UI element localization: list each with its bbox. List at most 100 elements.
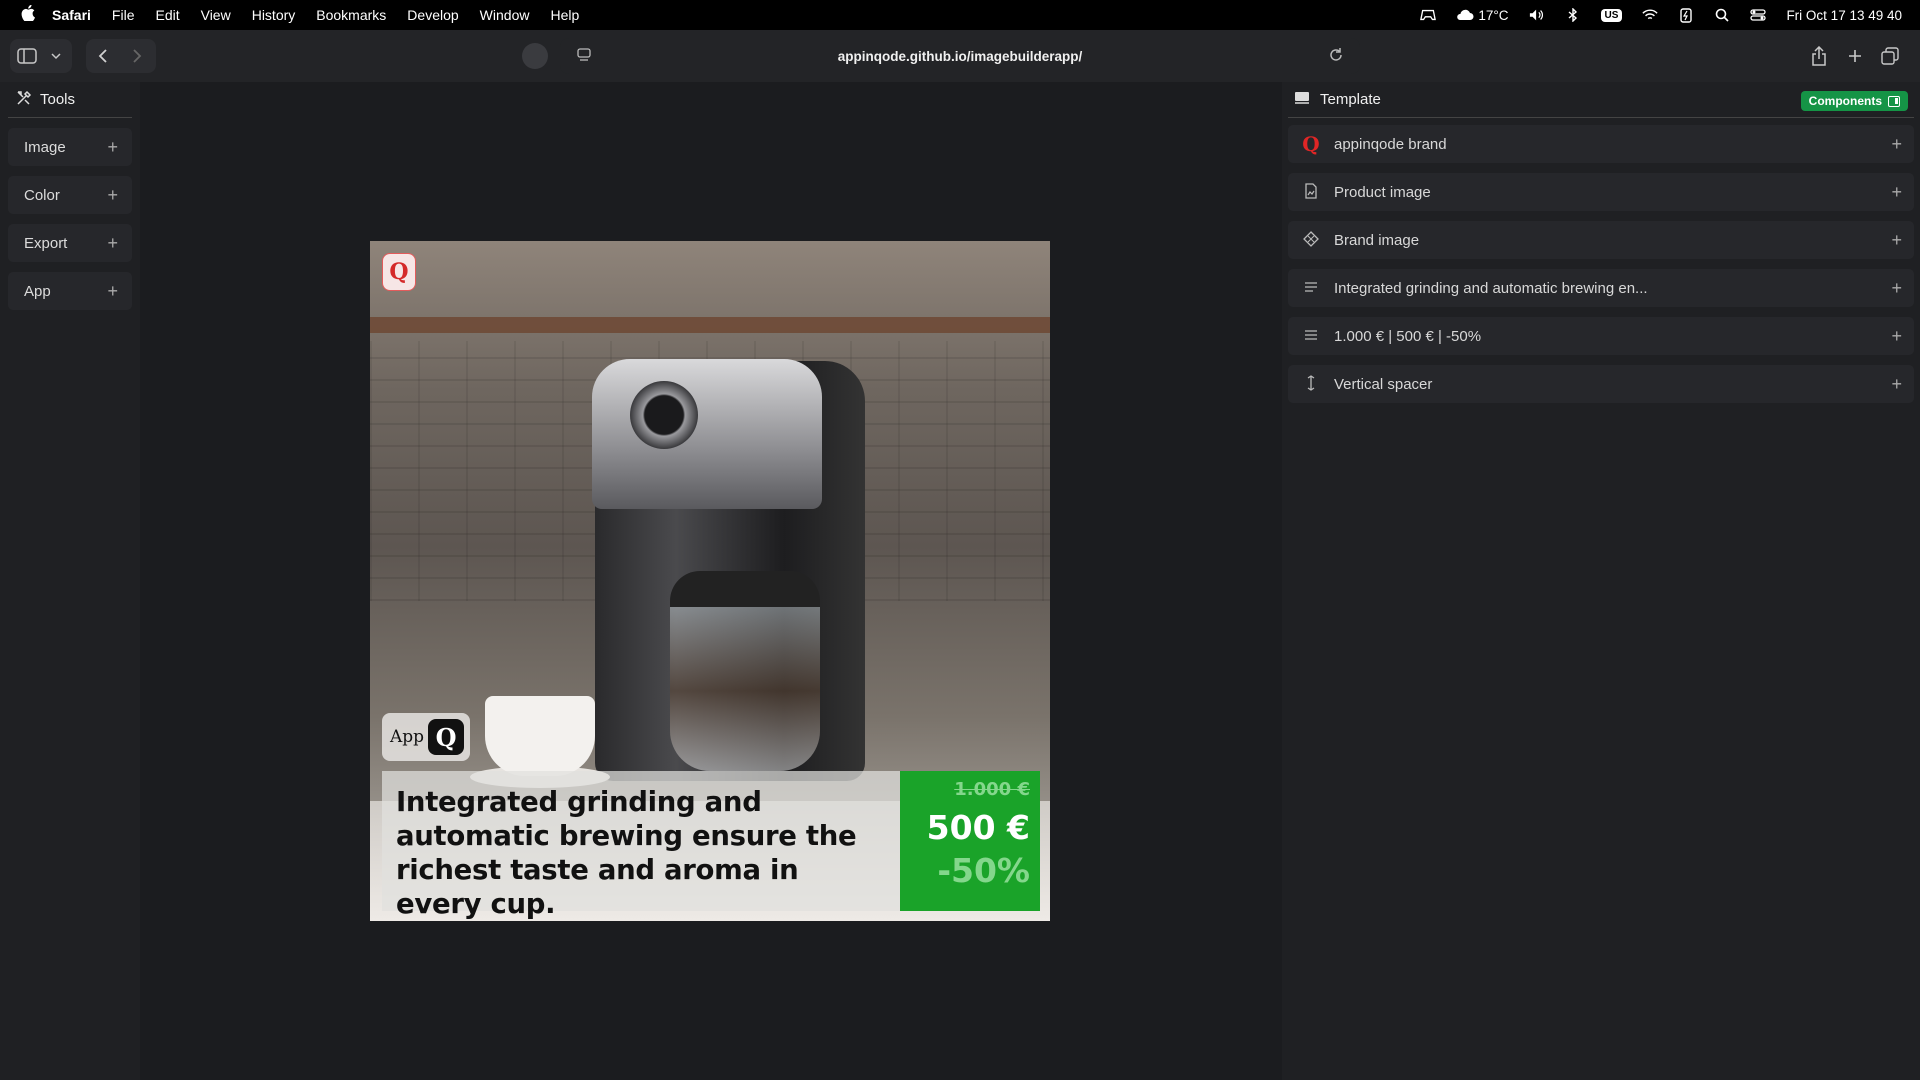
battery-charging-icon[interactable] <box>1678 8 1694 23</box>
coffee-machine-dial <box>630 381 698 449</box>
menu-bar: Safari File Edit View History Bookmarks … <box>0 0 1920 30</box>
control-center-icon[interactable] <box>1750 8 1767 22</box>
plus-icon[interactable]: + <box>107 185 118 206</box>
reload-icon[interactable] <box>1328 47 1344 66</box>
menu-app-name[interactable]: Safari <box>52 7 91 23</box>
browser-toolbar: appinqode.github.io/imagebuilderapp/ <box>0 30 1920 82</box>
menu-file[interactable]: File <box>112 7 135 23</box>
forward-arrow-icon[interactable] <box>120 39 154 73</box>
plus-icon[interactable]: + <box>1891 326 1902 347</box>
template-row-brand-image[interactable]: Brand image + <box>1288 221 1914 259</box>
panel-toggle-icon <box>1888 95 1900 107</box>
app-badge[interactable]: App Q <box>382 713 471 761</box>
new-tab-plus-icon[interactable] <box>1838 39 1872 73</box>
template-row-price[interactable]: 1.000 € | 500 € | -50% + <box>1288 317 1914 355</box>
price-box[interactable]: 1.000 € 500 € -50% <box>900 771 1040 911</box>
template-row-product-image[interactable]: Product image + <box>1288 173 1914 211</box>
app-badge-text: App <box>390 727 425 747</box>
brand-q-icon: Q <box>1302 132 1320 156</box>
plus-icon[interactable]: + <box>1891 230 1902 251</box>
game-controller-icon[interactable] <box>1420 8 1437 22</box>
coffee-cup <box>485 696 595 776</box>
vertical-spacer-icon <box>1300 374 1322 394</box>
template-row-label: 1.000 € | 500 € | -50% <box>1334 327 1482 345</box>
plus-icon[interactable]: + <box>1891 182 1902 203</box>
canvas-area: Q App Q Integrated grinding and automati… <box>140 82 1282 1080</box>
template-row-vertical-spacer[interactable]: Vertical spacer + <box>1288 365 1914 403</box>
tools-header: Tools <box>8 82 132 118</box>
brand-logo-letter: Q <box>389 259 409 285</box>
back-arrow-icon[interactable] <box>86 39 120 73</box>
spotlight-search-icon[interactable] <box>1714 8 1730 22</box>
template-icon <box>1294 91 1310 109</box>
app-badge-logo: Q <box>428 719 465 755</box>
ad-artboard[interactable]: Q App Q Integrated grinding and automati… <box>370 241 1050 921</box>
chevron-down-icon[interactable] <box>44 39 68 73</box>
template-row-headline[interactable]: Integrated grinding and automatic brewin… <box>1288 269 1914 307</box>
menu-bookmarks[interactable]: Bookmarks <box>316 7 386 23</box>
tools-title: Tools <box>40 91 76 108</box>
headline-box[interactable]: Integrated grinding and automatic brewin… <box>382 771 900 920</box>
plus-icon[interactable]: + <box>1891 278 1902 299</box>
text-lines-icon <box>1300 280 1322 296</box>
weather-widget[interactable]: 17°C <box>1456 7 1509 23</box>
headline-text: Integrated grinding and automatic brewin… <box>396 786 857 920</box>
plus-icon[interactable]: + <box>1891 374 1902 395</box>
keyboard-layout-badge[interactable]: US <box>1600 8 1623 22</box>
template-row-brand[interactable]: Q appinqode brand + <box>1288 125 1914 163</box>
text-lines-icon <box>1300 328 1322 344</box>
plus-icon[interactable]: + <box>1891 134 1902 155</box>
privacy-shield-icon[interactable] <box>522 43 548 69</box>
tools-icon <box>16 90 32 110</box>
template-row-label: Brand image <box>1334 231 1420 249</box>
tool-item-color[interactable]: Color + <box>8 176 132 214</box>
template-panel: Template Components Q appinqode brand + … <box>1282 82 1920 1080</box>
weather-temp: 17°C <box>1478 7 1509 23</box>
components-label: Components <box>1808 94 1882 108</box>
wifi-icon[interactable] <box>1642 8 1659 22</box>
template-row-label: Integrated grinding and automatic brewin… <box>1334 279 1648 297</box>
menu-help[interactable]: Help <box>550 7 579 23</box>
nav-buttons-group <box>86 39 156 73</box>
clock[interactable]: Fri Oct 17 13 49 40 <box>1786 8 1902 23</box>
menu-edit[interactable]: Edit <box>155 7 179 23</box>
address-bar[interactable]: appinqode.github.io/imagebuilderapp/ <box>560 38 1360 74</box>
page-menu-icon[interactable] <box>576 48 592 65</box>
template-row-label: Product image <box>1334 183 1431 201</box>
product-photo-shelf <box>370 317 1050 333</box>
template-row-label: appinqode brand <box>1334 135 1447 153</box>
new-price: 500 € <box>926 808 1030 847</box>
coffee-carafe <box>670 571 820 771</box>
old-price: 1.000 € <box>954 779 1030 800</box>
template-row-label: Vertical spacer <box>1334 375 1433 393</box>
template-title: Template <box>1320 91 1381 108</box>
sidebar-toggle-icon[interactable] <box>10 39 44 73</box>
menu-view[interactable]: View <box>201 7 231 23</box>
plus-icon[interactable]: + <box>107 137 118 158</box>
tool-item-label: App <box>24 282 51 300</box>
template-component-list: Q appinqode brand + Product image + Bran… <box>1288 125 1914 413</box>
tool-item-export[interactable]: Export + <box>8 224 132 262</box>
discount-percent: -50% <box>937 851 1030 890</box>
tab-overview-icon[interactable] <box>1873 39 1907 73</box>
plus-icon[interactable]: + <box>107 233 118 254</box>
tool-item-label: Image <box>24 138 66 156</box>
volume-icon[interactable] <box>1529 8 1545 22</box>
tool-item-label: Export <box>24 234 68 252</box>
menu-history[interactable]: History <box>252 7 296 23</box>
template-header: Template Components <box>1288 82 1914 118</box>
menu-window[interactable]: Window <box>480 7 530 23</box>
tool-item-image[interactable]: Image + <box>8 128 132 166</box>
apple-menu-icon[interactable] <box>18 4 38 26</box>
share-icon[interactable] <box>1802 39 1836 73</box>
diamond-icon <box>1300 230 1322 250</box>
plus-icon[interactable]: + <box>107 281 118 302</box>
tool-item-app[interactable]: App + <box>8 272 132 310</box>
cloud-icon <box>1457 9 1474 20</box>
brand-logo[interactable]: Q <box>382 253 416 291</box>
components-toggle-button[interactable]: Components <box>1800 91 1908 111</box>
url-text: appinqode.github.io/imagebuilderapp/ <box>837 48 1083 64</box>
bluetooth-icon[interactable] <box>1565 8 1581 22</box>
tools-panel: Tools Image + Color + Export + App + <box>0 82 140 1080</box>
menu-develop[interactable]: Develop <box>407 7 458 23</box>
